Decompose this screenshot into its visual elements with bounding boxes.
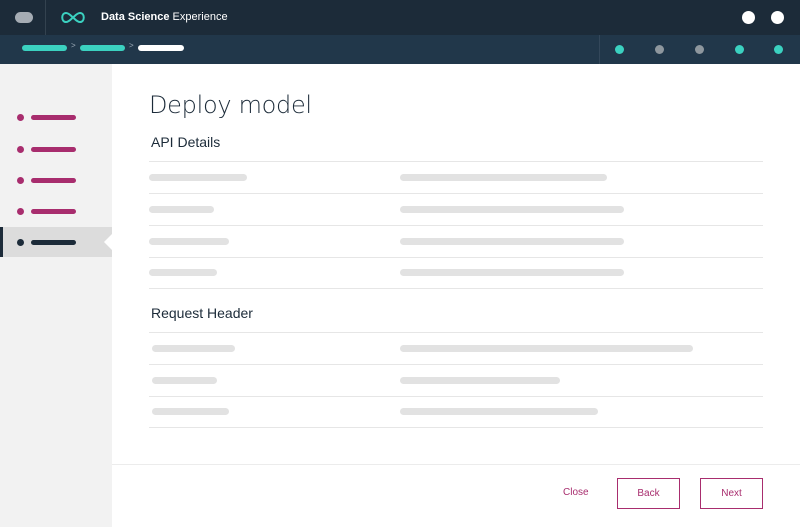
footer-divider — [112, 464, 800, 465]
field-label-placeholder — [149, 269, 217, 276]
breadcrumb-separator: > — [71, 41, 76, 50]
row-divider — [149, 427, 763, 428]
sidebar-bullet-icon — [17, 239, 24, 246]
sidebar-item-4[interactable] — [0, 196, 112, 226]
sidebar-bullet-icon — [17, 177, 24, 184]
sidebar-item-label — [31, 115, 76, 120]
row-divider — [149, 396, 763, 397]
row-divider — [149, 332, 763, 333]
progress-bar: > > — [0, 35, 800, 64]
row-divider — [149, 257, 763, 258]
sidebar — [0, 64, 112, 527]
step-indicator-1[interactable] — [615, 45, 624, 54]
field-value-placeholder — [400, 345, 693, 352]
field-label-placeholder — [149, 174, 247, 181]
row-divider — [149, 288, 763, 289]
field-value-placeholder — [400, 238, 624, 245]
notifications-icon[interactable] — [742, 11, 755, 24]
field-label-placeholder — [152, 377, 217, 384]
field-value-placeholder — [400, 408, 598, 415]
sidebar-item-3[interactable] — [0, 165, 112, 195]
sidebar-bullet-icon — [17, 114, 24, 121]
sidebar-bullet-icon — [17, 146, 24, 153]
breadcrumb-item-current — [138, 45, 184, 51]
sidebar-item-label — [31, 147, 76, 152]
next-button[interactable]: Next — [700, 478, 763, 509]
app-title-bold: Data Science — [101, 11, 170, 23]
breadcrumb-item-2[interactable] — [80, 45, 125, 51]
sidebar-item-label — [31, 178, 76, 183]
close-link[interactable]: Close — [563, 487, 589, 498]
top-bar: Data Science Experience — [0, 0, 800, 35]
field-label-placeholder — [149, 206, 214, 213]
field-label-placeholder — [152, 345, 235, 352]
app-title: Data Science Experience — [101, 11, 228, 23]
row-divider — [149, 364, 763, 365]
sidebar-item-1[interactable] — [0, 102, 112, 132]
row-divider — [149, 193, 763, 194]
sidebar-item-5-active[interactable] — [0, 227, 112, 257]
topbar-divider — [45, 0, 46, 35]
page-title: Deploy model — [149, 91, 312, 119]
sidebar-bullet-icon — [17, 208, 24, 215]
field-value-placeholder — [400, 206, 624, 213]
step-indicator-3[interactable] — [695, 45, 704, 54]
row-divider — [149, 161, 763, 162]
step-indicator-4[interactable] — [735, 45, 744, 54]
user-avatar-icon[interactable] — [771, 11, 784, 24]
menu-toggle-button[interactable] — [15, 12, 33, 23]
row-divider — [149, 225, 763, 226]
section-title-request-header: Request Header — [151, 305, 253, 321]
breadcrumb-item-1[interactable] — [22, 45, 67, 51]
step-indicator-5[interactable] — [774, 45, 783, 54]
field-label-placeholder — [149, 238, 229, 245]
step-indicator-2[interactable] — [655, 45, 664, 54]
field-label-placeholder — [152, 408, 229, 415]
sidebar-item-2[interactable] — [0, 134, 112, 164]
sidebar-item-label — [31, 240, 76, 245]
breadcrumb-separator: > — [129, 41, 134, 50]
back-button[interactable]: Back — [617, 478, 680, 509]
field-value-placeholder — [400, 174, 607, 181]
main-content: Deploy model API Details Request Header — [112, 64, 800, 464]
infinity-logo-icon — [61, 11, 85, 24]
steps-divider — [599, 35, 600, 64]
sidebar-item-label — [31, 209, 76, 214]
section-title-api-details: API Details — [151, 134, 221, 150]
field-value-placeholder — [400, 269, 624, 276]
app-title-light: Experience — [172, 11, 228, 23]
field-value-placeholder — [400, 377, 560, 384]
